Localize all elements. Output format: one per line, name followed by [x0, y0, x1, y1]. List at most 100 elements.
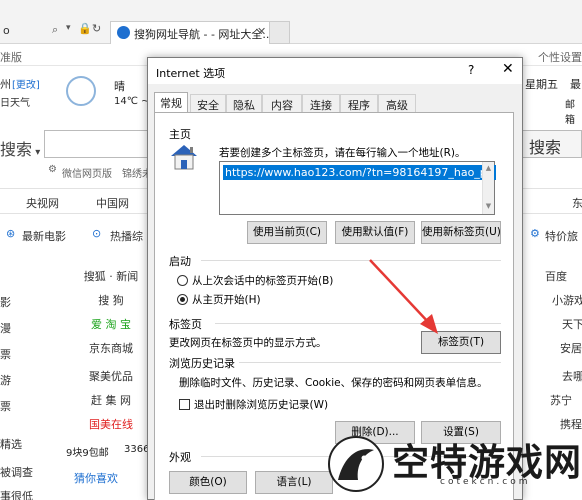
site-link[interactable]: 搜 狗	[66, 292, 156, 308]
site-link[interactable]: 京东商城	[66, 340, 156, 356]
search-input[interactable]	[44, 130, 154, 158]
tab-privacy[interactable]: 隐私	[226, 94, 262, 112]
site-link[interactable]: 国美在线	[66, 416, 156, 432]
right-col-item[interactable]: 携程	[560, 416, 582, 432]
history-description: 删除临时文件、历史记录、Cookie、保存的密码和网页表单信息。	[179, 377, 488, 389]
refresh-icon[interactable]: ↻	[92, 22, 101, 35]
city-name: 州	[0, 78, 11, 91]
watermark-logo-icon	[328, 436, 384, 492]
travel-icon: ⚙	[530, 227, 540, 240]
mail-link[interactable]: 邮箱	[565, 96, 582, 126]
chevron-down-icon: ▾	[32, 147, 41, 158]
site-link[interactable]: 聚美优品	[66, 368, 156, 384]
tab-title: 搜狗网址导航 - - 网址大全...	[134, 28, 273, 41]
nav-item-china[interactable]: 中国网	[96, 195, 129, 211]
homepage-url-textarea[interactable]: https://www.hao123.com/?tn=98164197_hao_…	[219, 161, 496, 215]
channel-variety[interactable]: 热播综	[110, 228, 143, 244]
site-link[interactable]: 赶 集 网	[66, 392, 156, 408]
startup-section-label: 启动	[169, 255, 191, 268]
tab-general[interactable]: 常规	[154, 92, 188, 113]
left-col-item[interactable]: 游	[0, 372, 40, 388]
dropdown-icon[interactable]: ▾	[66, 23, 71, 33]
radio-homepage[interactable]	[177, 294, 188, 305]
tabs-description: 更改网页在标签页中的显示方式。	[169, 337, 327, 349]
homepage-section-label: 主页	[169, 128, 191, 141]
site-link[interactable]: 搜狐 · 新闻	[66, 268, 156, 284]
delete-on-exit-checkbox[interactable]	[179, 399, 190, 410]
left-col-item[interactable]: 票	[0, 346, 40, 362]
search-engine-text: 搜索	[0, 140, 33, 159]
textarea-scrollbar[interactable]: ▲ ▼	[482, 162, 494, 214]
channel-travel[interactable]: 特价旅	[545, 228, 578, 244]
right-col-item[interactable]: 百度	[545, 268, 582, 284]
address-bar-tail[interactable]: o ⌕ ▾ 🔒 ↻	[0, 20, 105, 42]
nav-item-right[interactable]: 东	[572, 195, 582, 211]
homepage-instruction: 若要创建多个主标签页，请在每行输入一个地址(R)。	[219, 147, 466, 159]
right-col-item[interactable]: 安居	[560, 340, 582, 356]
use-default-button[interactable]: 使用默认值(F)	[335, 221, 415, 244]
personal-settings-link[interactable]: 个性设置	[538, 49, 582, 65]
tab-programs[interactable]: 程序	[340, 94, 378, 112]
channel-movies[interactable]: 最新电影	[22, 228, 66, 244]
radio-homepage-label[interactable]: 从主页开始(H)	[192, 292, 261, 307]
bottom-link[interactable]: 9块9包邮	[66, 444, 109, 459]
address-text: o	[3, 24, 10, 37]
sogou-favicon-icon	[117, 26, 130, 39]
history-section-label: 浏览历史记录	[169, 357, 235, 370]
right-col-item[interactable]: 去哪	[562, 368, 582, 384]
new-tab-button[interactable]	[270, 21, 290, 44]
scroll-up-icon[interactable]: ▲	[483, 164, 494, 172]
browser-tab-active[interactable]: 搜狗网址导航 - - 网址大全... ✕	[110, 21, 273, 44]
dialog-title-bar[interactable]: Internet 选项 ? ✕	[148, 58, 522, 84]
languages-button[interactable]: 语言(L)	[255, 471, 333, 494]
colors-button[interactable]: 颜色(O)	[169, 471, 247, 494]
tab-connections[interactable]: 连接	[302, 94, 340, 112]
appearance-section-label: 外观	[169, 451, 191, 464]
movie-icon: ⊛	[6, 227, 16, 240]
guess-you-like-tab[interactable]: 猜你喜欢	[74, 470, 118, 486]
close-icon[interactable]: ✕	[502, 61, 514, 77]
radio-last-session-label[interactable]: 从上次会话中的标签页开始(B)	[192, 273, 333, 288]
watermark-url: cotekcn.com	[440, 477, 531, 487]
dialog-tab-strip: 常规 安全 隐私 内容 连接 程序 高级	[154, 92, 514, 113]
right-col-item[interactable]: 苏宁	[550, 392, 582, 408]
delete-on-exit-label[interactable]: 退出时删除浏览历史记录(W)	[194, 397, 328, 412]
menu-left-text[interactable]: 准版	[0, 49, 22, 65]
left-col-item[interactable]: 影	[0, 294, 40, 310]
homepage-url-value: https://www.hao123.com/?tn=98164197_hao_…	[223, 165, 496, 180]
scroll-down-icon[interactable]: ▼	[483, 202, 494, 210]
radio-last-session[interactable]	[177, 275, 188, 286]
left-col-item[interactable]: 被调查	[0, 464, 40, 480]
search-engine-label[interactable]: 搜索 ▾	[0, 136, 40, 160]
right-col-item[interactable]: 天下	[562, 316, 582, 332]
left-col-item[interactable]: 精选	[0, 436, 40, 452]
hot-link-0[interactable]: 微信网页版	[62, 165, 112, 180]
tab-content[interactable]: 内容	[262, 94, 302, 112]
change-city-link[interactable]: [更改]	[12, 76, 40, 91]
divider	[201, 260, 501, 261]
divider	[239, 362, 501, 363]
bottom-link[interactable]: 3366	[124, 444, 149, 455]
use-current-button[interactable]: 使用当前页(C)	[247, 221, 327, 244]
help-button[interactable]: ?	[468, 63, 474, 77]
search-button[interactable]: 搜索	[520, 130, 582, 158]
sun-icon	[66, 76, 96, 106]
tab-advanced[interactable]: 高级	[378, 94, 416, 112]
weather-condition: 晴	[114, 80, 125, 93]
close-tab-icon[interactable]: ✕	[257, 25, 266, 38]
lock-icon: 🔒	[78, 22, 92, 35]
left-col-item[interactable]: 票	[0, 398, 40, 414]
nav-item-cctv[interactable]: 央视网	[26, 195, 59, 211]
left-col-item[interactable]: 漫	[0, 320, 40, 336]
weekday-label: 星期五	[525, 78, 558, 91]
right-col-item[interactable]: 小游戏	[552, 292, 582, 308]
right-fragment: 最	[570, 78, 581, 91]
hot-links-row: ⚙ 微信网页版 锦绣未	[0, 160, 160, 180]
search-icon[interactable]: ⌕	[52, 23, 58, 37]
tabs-section-label: 标签页	[169, 318, 202, 331]
left-col-item[interactable]: 事很低	[0, 488, 40, 500]
tab-security[interactable]: 安全	[190, 94, 226, 112]
use-new-tab-button[interactable]: 使用新标签页(U)	[421, 221, 501, 244]
dialog-title: Internet 选项	[156, 67, 226, 80]
site-link[interactable]: 爱 淘 宝	[66, 316, 156, 332]
